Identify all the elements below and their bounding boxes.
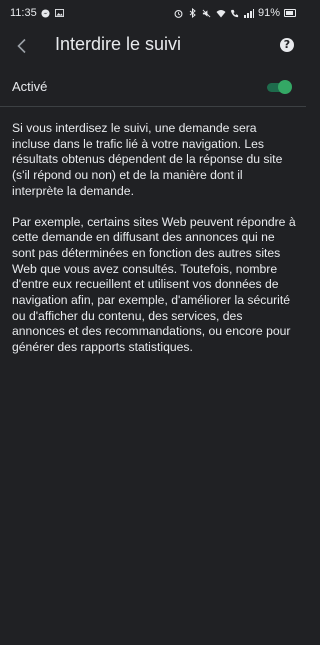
battery-percent: 91%: [257, 7, 280, 19]
status-right: 91%: [174, 7, 296, 19]
mute-icon: [202, 8, 212, 18]
switch-thumb: [278, 80, 292, 94]
wifi-icon: [216, 8, 226, 18]
alarm-icon: [174, 8, 184, 18]
page-title: Interdire le suivi: [55, 34, 182, 54]
divider: [0, 106, 306, 107]
back-arrow-icon[interactable]: [12, 36, 32, 56]
setting-label: Activé: [12, 79, 48, 94]
volte-call-icon: [230, 8, 240, 18]
status-bar: 11:35 91%: [0, 0, 306, 26]
do-not-track-toggle-row[interactable]: Activé: [0, 70, 306, 104]
messenger-icon: [41, 8, 51, 18]
description: Si vous interdisez le suivi, une demande…: [12, 121, 296, 371]
description-paragraph-1: Si vous interdisez le suivi, une demande…: [12, 121, 283, 198]
status-left: 11:35: [10, 7, 65, 19]
signal-icon: [243, 8, 254, 18]
battery-icon: [284, 9, 296, 17]
image-icon: [55, 8, 65, 18]
app-bar: Interdire le suivi ?: [0, 26, 306, 66]
help-icon[interactable]: ?: [280, 38, 294, 52]
bluetooth-icon: [188, 8, 198, 18]
do-not-track-switch[interactable]: [267, 80, 292, 94]
description-paragraph-2: Par exemple, certains sites Web peuvent …: [12, 214, 296, 355]
status-time: 11:35: [10, 7, 37, 19]
